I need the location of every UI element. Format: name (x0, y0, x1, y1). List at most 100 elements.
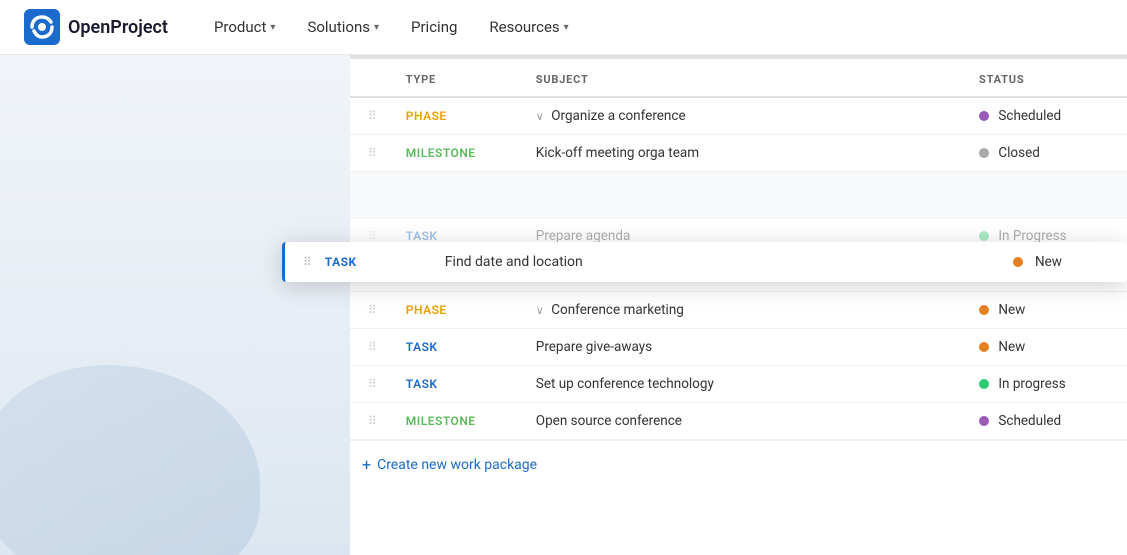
type-badge: TASK (406, 377, 438, 391)
nav-item-pricing[interactable]: Pricing (397, 10, 471, 44)
subject-cell: Set up conference technology (524, 366, 967, 403)
table-row[interactable]: ⠿ PHASE ∨ Organize a conference Schedule… (350, 97, 1127, 135)
subject-text: Find date and location (445, 254, 1013, 270)
status-dot (979, 305, 989, 315)
drag-handle-cell: ⠿ (350, 366, 394, 403)
th-drag (350, 59, 394, 97)
navbar: OpenProject Product ▾ Solutions ▾ Pricin… (0, 0, 1127, 55)
table-row[interactable]: ⠿ TASK Prepare give-aways New (350, 329, 1127, 366)
subject-text: Open source conference (536, 413, 682, 429)
subject-cell: Prepare give-aways (524, 329, 967, 366)
create-work-package-button[interactable]: + Create new work package (350, 440, 1127, 488)
drag-handle-icon: ⠿ (362, 414, 382, 428)
nav-resources-label: Resources (489, 18, 559, 36)
status-text: In progress (998, 376, 1065, 392)
status-dot (1013, 257, 1023, 267)
type-badge: MILESTONE (406, 414, 476, 428)
subject-text: Set up conference technology (536, 376, 714, 392)
type-cell: MILESTONE (394, 135, 524, 172)
th-type: TYPE (394, 59, 524, 97)
subject-cell: ∨ Conference marketing (524, 292, 967, 329)
status-text: New (1035, 254, 1115, 270)
type-cell: MILESTONE (394, 403, 524, 440)
subject-text: Organize a conference (551, 108, 685, 124)
plus-icon: + (362, 455, 371, 474)
type-cell: PHASE (394, 97, 524, 135)
create-label: Create new work package (377, 457, 537, 473)
drag-handle-icon: ⠿ (362, 146, 382, 160)
table-header: TYPE SUBJECT STATUS (350, 59, 1127, 97)
drag-handle-icon: ⠿ (362, 377, 382, 391)
status-text: Closed (998, 145, 1040, 161)
status-cell: Scheduled (967, 97, 1127, 135)
type-badge: TASK (325, 255, 445, 269)
status-dot (979, 148, 989, 158)
type-badge: PHASE (406, 109, 447, 123)
chevron-down-icon: ▾ (374, 22, 379, 33)
table-row[interactable]: ⠿ TASK Set up conference technology In p… (350, 366, 1127, 403)
logo-text: OpenProject (68, 17, 168, 38)
status-text: Scheduled (998, 108, 1061, 124)
expand-icon[interactable]: ∨ (536, 304, 544, 317)
drag-handle-cell: ⠿ (350, 403, 394, 440)
nav-solutions-label: Solutions (307, 18, 370, 36)
sidebar-background (0, 55, 350, 555)
drag-handle-icon: ⠿ (362, 229, 382, 243)
drag-handle-icon: ⠿ (362, 303, 382, 317)
table-row-highlighted-placeholder (350, 172, 1127, 218)
drag-handle-cell: ⠿ (350, 97, 394, 135)
logo[interactable]: OpenProject (24, 9, 168, 45)
type-badge: MILESTONE (406, 146, 476, 160)
logo-icon (24, 9, 60, 45)
drag-handle-icon: ⠿ (297, 255, 317, 269)
type-badge: TASK (406, 229, 438, 243)
drag-handle-icon: ⠿ (362, 109, 382, 123)
th-status: STATUS (967, 59, 1127, 97)
status-text: New (998, 302, 1025, 318)
nav-item-product[interactable]: Product ▾ (200, 10, 289, 44)
nav-items: Product ▾ Solutions ▾ Pricing Resources … (200, 10, 583, 44)
drag-handle-cell: ⠿ (350, 292, 394, 329)
status-cell: New (967, 292, 1127, 329)
status-cell: New (967, 329, 1127, 366)
nav-item-resources[interactable]: Resources ▾ (475, 10, 582, 44)
table-row[interactable]: ⠿ MILESTONE Open source conference Sched… (350, 403, 1127, 440)
table-row[interactable]: ⠿ PHASE ∨ Conference marketing New (350, 292, 1127, 329)
type-cell: TASK (394, 329, 524, 366)
sidebar-blob (0, 365, 260, 555)
chevron-down-icon: ▾ (564, 22, 569, 33)
type-cell: TASK (394, 366, 524, 403)
subject-cell: Kick-off meeting orga team (524, 135, 967, 172)
subject-cell: Open source conference (524, 403, 967, 440)
th-subject: SUBJECT (524, 59, 967, 97)
nav-product-label: Product (214, 18, 266, 36)
highlighted-task-row[interactable]: ⠿ TASK Find date and location New (282, 242, 1127, 282)
subject-text: Conference marketing (551, 302, 684, 318)
chevron-down-icon: ▾ (270, 22, 275, 33)
type-cell: PHASE (394, 292, 524, 329)
expand-icon[interactable]: ∨ (536, 110, 544, 123)
status-dot (979, 379, 989, 389)
main-area: TYPE SUBJECT STATUS ⠿ PHASE ∨ Organize a… (0, 55, 1127, 555)
status-cell: Closed (967, 135, 1127, 172)
status-text: Scheduled (998, 413, 1061, 429)
subject-text: Prepare give-aways (536, 339, 652, 355)
subject-text: Kick-off meeting orga team (536, 145, 699, 161)
type-badge: TASK (406, 340, 438, 354)
drag-handle-icon: ⠿ (362, 340, 382, 354)
nav-item-solutions[interactable]: Solutions ▾ (293, 10, 393, 44)
status-dot (979, 231, 989, 241)
subject-cell: ∨ Organize a conference (524, 97, 967, 135)
status-text: New (998, 339, 1025, 355)
table-area: TYPE SUBJECT STATUS ⠿ PHASE ∨ Organize a… (350, 55, 1127, 555)
drag-handle-cell: ⠿ (350, 135, 394, 172)
status-cell: Scheduled (967, 403, 1127, 440)
status-dot (979, 342, 989, 352)
status-dot (979, 416, 989, 426)
nav-pricing-label: Pricing (411, 18, 457, 36)
type-badge: PHASE (406, 303, 447, 317)
status-dot (979, 111, 989, 121)
status-cell: In progress (967, 366, 1127, 403)
drag-handle-cell: ⠿ (350, 329, 394, 366)
table-row[interactable]: ⠿ MILESTONE Kick-off meeting orga team C… (350, 135, 1127, 172)
